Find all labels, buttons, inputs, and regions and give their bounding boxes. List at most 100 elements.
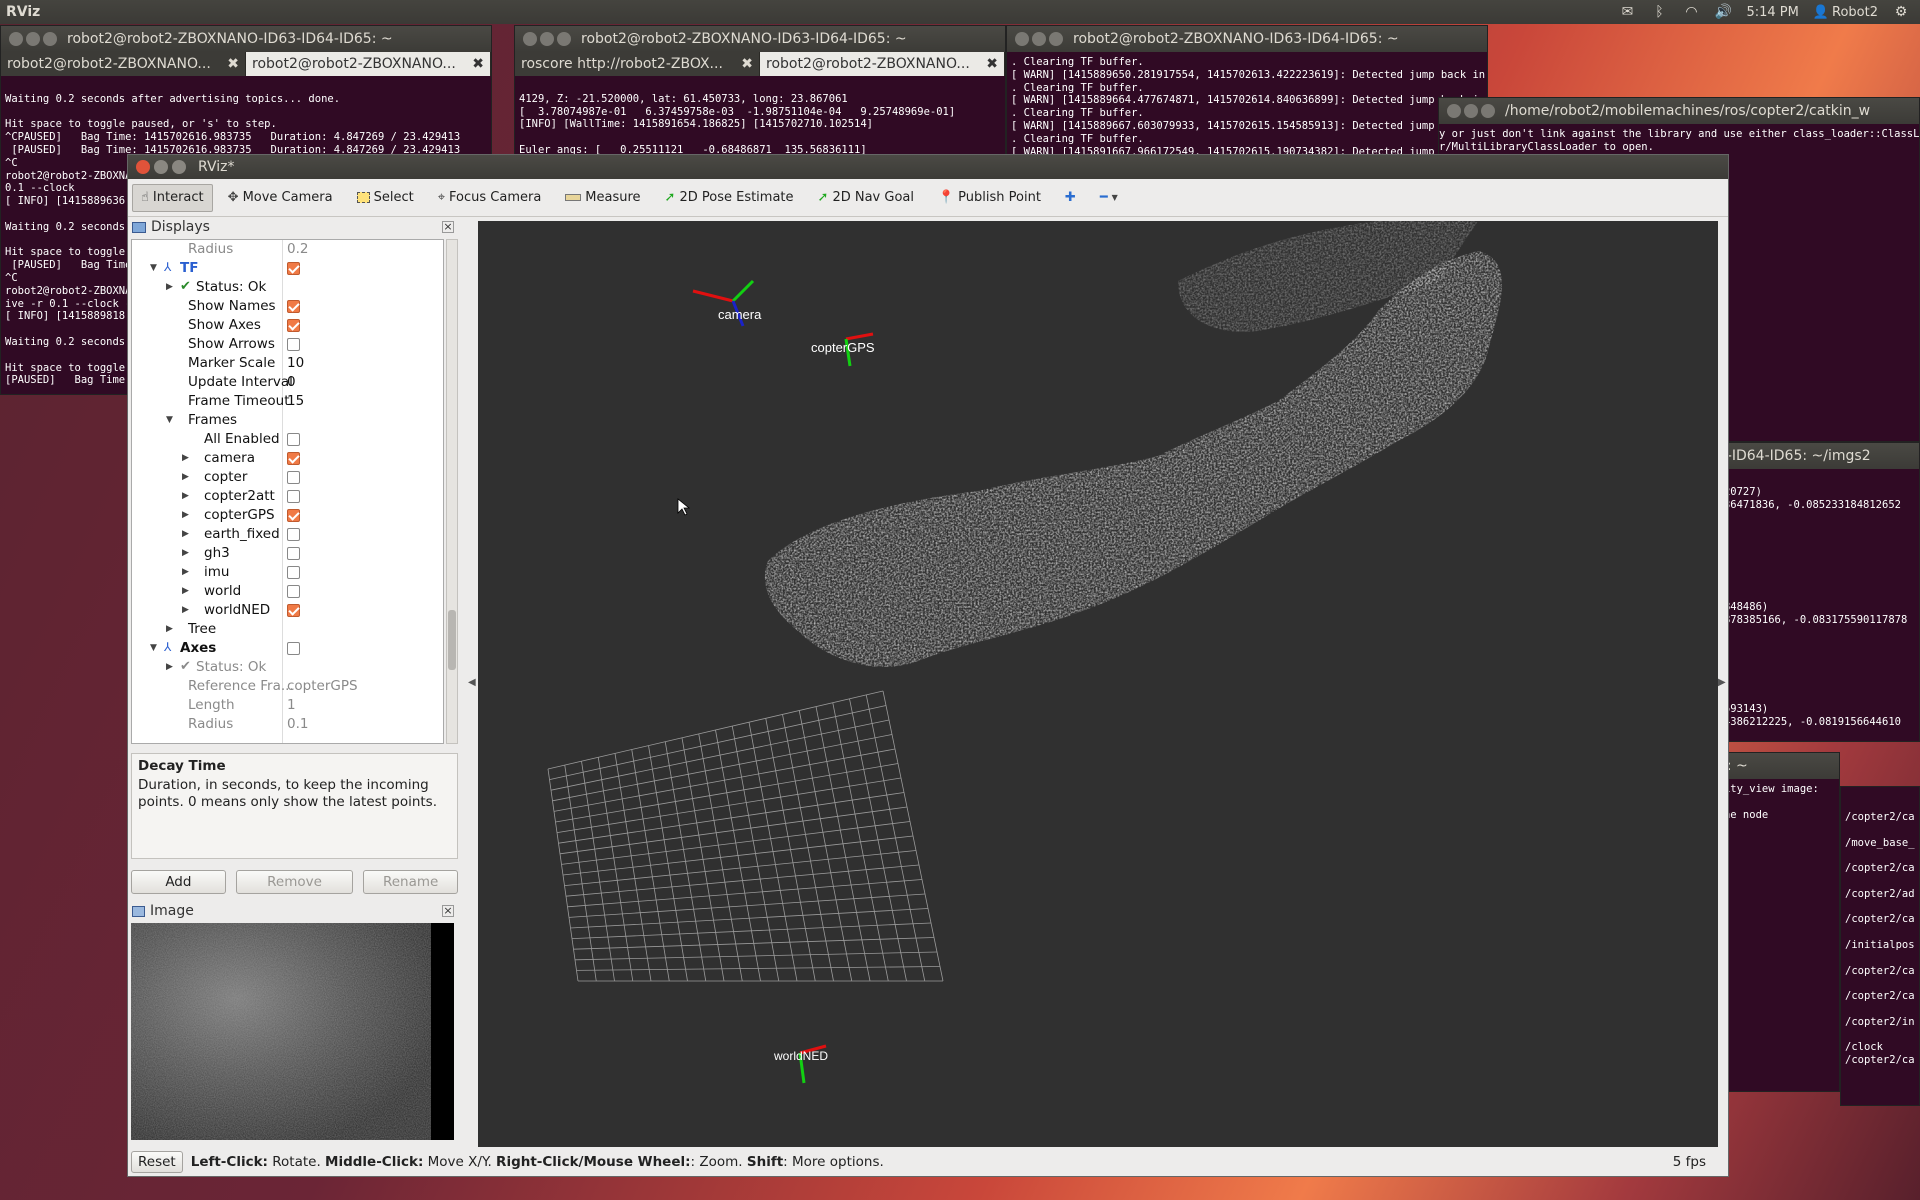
terminal-3-output[interactable]: . Clearing TF buffer.[ WARN] [1415889650… xyxy=(1007,52,1487,154)
window-buttons[interactable] xyxy=(1015,32,1063,46)
close-icon[interactable]: × xyxy=(442,905,454,917)
expand-arrow-icon[interactable]: ▶ xyxy=(182,529,189,539)
expand-arrow-icon[interactable]: ▶ xyxy=(182,453,189,463)
rviz-window[interactable]: RViz* ☝ Interact ✥ Move Camera Select ⌖ Foc… xyxy=(127,154,1729,1177)
collapse-arrow-icon[interactable]: ▼ xyxy=(150,263,157,273)
display-row-show-names[interactable]: Show Names xyxy=(132,297,443,316)
terminal-5-output[interactable]: 72420727) 57336471836, -0.085233184812652… xyxy=(1701,469,1919,733)
expand-arrow-icon[interactable]: ▶ xyxy=(166,662,173,672)
terminal-window-2[interactable]: robot2@robot2-ZBOXNANO-ID63-ID64-ID65: ~… xyxy=(514,25,1006,155)
row-value[interactable]: 15 xyxy=(287,393,304,409)
checkbox[interactable] xyxy=(287,528,300,541)
display-row-worldned[interactable]: ▶ worldNED xyxy=(132,601,443,620)
terminal-5-titlebar[interactable]: 63-ID64-ID65: ~/imgs2 xyxy=(1701,443,1919,469)
close-icon[interactable]: ✖ xyxy=(986,56,998,72)
close-icon[interactable]: × xyxy=(442,221,454,233)
terminal-window-7[interactable]: /copter2/ca/move_base_ /copter2/ca/copter… xyxy=(1840,786,1920,1106)
checkbox[interactable] xyxy=(287,452,300,465)
remove-display-button[interactable]: Remove xyxy=(235,870,354,894)
terminal-1-tab-1[interactable]: robot2@robot2-ZBOXNANO... ✖ xyxy=(1,52,246,76)
display-row-reference-fra[interactable]: Reference Fra... copterGPS xyxy=(132,677,443,696)
3d-viewport[interactable]: camera copterGPS worldNED xyxy=(478,221,1718,1147)
mail-icon[interactable]: ✉ xyxy=(1618,4,1636,20)
expand-arrow-icon[interactable]: ▶ xyxy=(182,472,189,482)
row-value[interactable]: 1 xyxy=(287,697,296,713)
checkbox[interactable] xyxy=(287,471,300,484)
row-value[interactable]: 0.1 xyxy=(287,716,308,732)
measure-tool-button[interactable]: Measure xyxy=(556,184,649,212)
display-row-camera[interactable]: ▶ camera xyxy=(132,449,443,468)
terminal-1-tab-2[interactable]: robot2@robot2-ZBOXNANO... ✖ xyxy=(246,52,491,76)
expand-arrow-icon[interactable]: ▶ xyxy=(182,567,189,577)
move-camera-tool-button[interactable]: ✥ Move Camera xyxy=(219,184,342,212)
publish-point-tool-button[interactable]: 📍 Publish Point xyxy=(929,184,1050,212)
row-value[interactable]: copterGPS xyxy=(287,678,358,694)
display-row-copter[interactable]: ▶ copter xyxy=(132,468,443,487)
terminal-window-3[interactable]: robot2@robot2-ZBOXNANO-ID63-ID64-ID65: ~… xyxy=(1006,25,1488,155)
display-row-status-ok[interactable]: ▶ ✔ Status: Ok xyxy=(132,278,443,297)
wifi-icon[interactable]: ◠ xyxy=(1682,4,1700,20)
display-row-status-ok[interactable]: ▶ ✔ Status: Ok xyxy=(132,658,443,677)
row-value[interactable]: 0.2 xyxy=(287,241,308,257)
terminal-7-output[interactable]: /copter2/ca/move_base_ /copter2/ca/copter… xyxy=(1841,787,1919,1071)
window-buttons[interactable] xyxy=(136,160,186,174)
display-row-imu[interactable]: ▶ imu xyxy=(132,563,443,582)
display-row-earth-fixed[interactable]: ▶ earth_fixed xyxy=(132,525,443,544)
terminal-3-titlebar[interactable]: robot2@robot2-ZBOXNANO-ID63-ID64-ID65: ~ xyxy=(1007,26,1487,52)
display-row-show-arrows[interactable]: Show Arrows xyxy=(132,335,443,354)
display-row-show-axes[interactable]: Show Axes xyxy=(132,316,443,335)
display-row-gh3[interactable]: ▶ gh3 xyxy=(132,544,443,563)
expand-arrow-icon[interactable]: ▶ xyxy=(166,282,173,292)
add-tool-button[interactable]: ✚ xyxy=(1056,184,1085,212)
3d-scene[interactable]: camera copterGPS worldNED xyxy=(478,221,1718,1147)
display-row-copter2att[interactable]: ▶ copter2att xyxy=(132,487,443,506)
close-window-button[interactable] xyxy=(136,160,150,174)
display-row-all-enabled[interactable]: All Enabled xyxy=(132,430,443,449)
checkbox[interactable] xyxy=(287,509,300,522)
expand-arrow-icon[interactable]: ▶ xyxy=(182,510,189,520)
collapse-arrow-icon[interactable]: ▼ xyxy=(150,643,157,653)
maximize-window-button[interactable] xyxy=(172,160,186,174)
expand-arrow-icon[interactable]: ▶ xyxy=(166,624,173,634)
display-row-coptergps[interactable]: ▶ copterGPS xyxy=(132,506,443,525)
volume-icon[interactable]: 🔊 xyxy=(1714,4,1732,20)
terminal-2-output[interactable]: 4129, Z: -21.520000, lat: 61.450733, lon… xyxy=(515,76,1005,154)
collapse-right-arrow[interactable]: ▶ xyxy=(1718,677,1726,688)
checkbox[interactable] xyxy=(287,642,300,655)
display-row-marker-scale[interactable]: Marker Scale 10 xyxy=(132,354,443,373)
terminal-2-tab-2[interactable]: robot2@robot2-ZBOXNANO... ✖ xyxy=(760,52,1005,76)
checkbox[interactable] xyxy=(287,490,300,503)
checkbox[interactable] xyxy=(287,547,300,560)
expand-arrow-icon[interactable]: ▶ xyxy=(182,548,189,558)
display-row-radius[interactable]: Radius 0.2 xyxy=(132,240,443,259)
rviz-titlebar[interactable]: RViz* xyxy=(128,155,1728,179)
checkbox[interactable] xyxy=(287,262,300,275)
expand-arrow-icon[interactable]: ▶ xyxy=(182,605,189,615)
terminal-1-titlebar[interactable]: robot2@robot2-ZBOXNANO-ID63-ID64-ID65: ~ xyxy=(1,26,491,52)
window-buttons[interactable] xyxy=(1447,104,1495,118)
terminal-2-tab-1[interactable]: roscore http://robot2-ZBOX... ✖ xyxy=(515,52,760,76)
gear-icon[interactable]: ⚙ xyxy=(1892,4,1910,20)
focus-camera-tool-button[interactable]: ⌖ Focus Camera xyxy=(429,184,551,212)
reset-button[interactable]: Reset xyxy=(131,1151,183,1173)
display-row-length[interactable]: Length 1 xyxy=(132,696,443,715)
remove-tool-dropdown[interactable]: ━ ▼ xyxy=(1091,184,1127,212)
checkbox[interactable] xyxy=(287,566,300,579)
checkbox[interactable] xyxy=(287,319,300,332)
close-icon[interactable]: ✖ xyxy=(741,56,753,72)
displays-scrollbar[interactable] xyxy=(446,239,458,744)
terminal-2-titlebar[interactable]: robot2@robot2-ZBOXNANO-ID63-ID64-ID65: ~ xyxy=(515,26,1005,52)
row-value[interactable]: 10 xyxy=(287,355,304,371)
scrollbar-thumb[interactable] xyxy=(448,610,456,670)
window-buttons[interactable] xyxy=(9,32,57,46)
terminal-4-titlebar[interactable]: /home/robot2/mobilemachines/ros/copter2/… xyxy=(1439,98,1919,124)
display-row-frames[interactable]: ▼ Frames xyxy=(132,411,443,430)
user-menu[interactable]: 👤 Robot2 xyxy=(1813,5,1878,20)
select-tool-button[interactable]: Select xyxy=(348,184,423,212)
display-row-frame-timeout[interactable]: Frame Timeout 15 xyxy=(132,392,443,411)
expand-arrow-icon[interactable]: ▶ xyxy=(182,586,189,596)
display-row-axes[interactable]: ▼ ⅄ Axes xyxy=(132,639,443,658)
display-row-update-interval[interactable]: Update Interval 0 xyxy=(132,373,443,392)
checkbox[interactable] xyxy=(287,433,300,446)
display-row-tf[interactable]: ▼ ⅄ TF xyxy=(132,259,443,278)
